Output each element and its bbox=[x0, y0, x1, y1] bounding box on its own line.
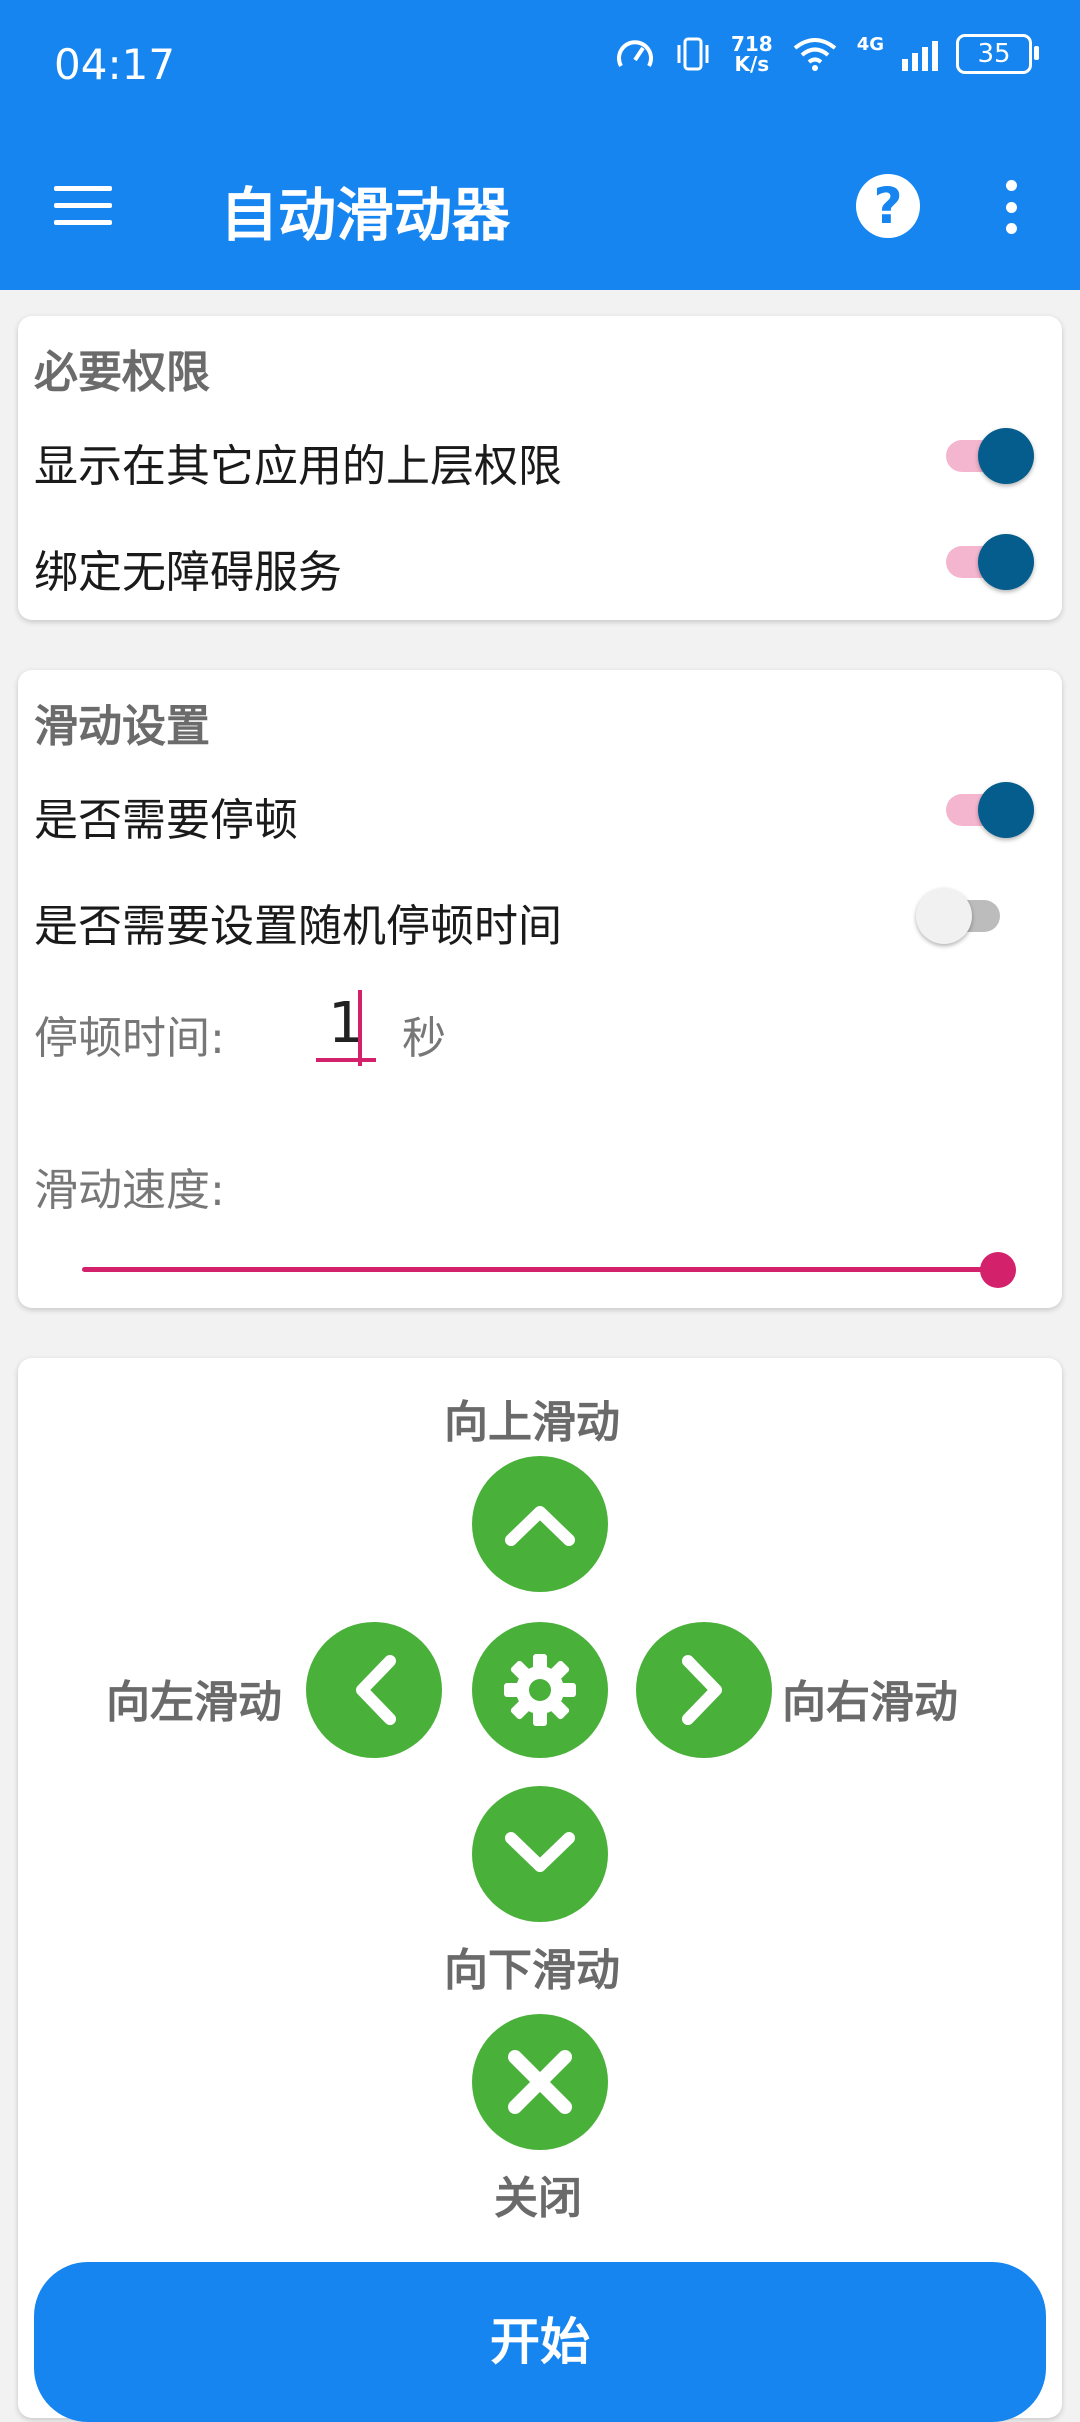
swipe-speed-slider-thumb[interactable] bbox=[980, 1252, 1016, 1288]
app-bar: 04:17 718 K/s 4G 35 自动滑动器 ? bbox=[0, 0, 1080, 290]
pause-time-unit: 秒 bbox=[402, 1013, 446, 1064]
wifi-icon bbox=[793, 38, 836, 71]
pause-time-label: 停顿时间: bbox=[34, 1013, 225, 1064]
speedometer-icon bbox=[617, 40, 653, 67]
network-speed-unit: K/s bbox=[734, 52, 770, 76]
gear-icon bbox=[504, 1654, 576, 1726]
question-mark-icon[interactable]: ? bbox=[856, 174, 920, 238]
swipe-settings-title: 滑动设置 bbox=[34, 701, 210, 752]
chevron-up-icon bbox=[505, 1506, 575, 1546]
swipe-right-button[interactable] bbox=[636, 1622, 772, 1758]
hamburger-menu-icon[interactable] bbox=[54, 186, 112, 226]
accessibility-service-switch[interactable] bbox=[938, 534, 1038, 590]
swipe-down-button[interactable] bbox=[472, 1786, 608, 1922]
chevron-down-icon bbox=[505, 1832, 575, 1872]
vertical-dots-icon[interactable] bbox=[1006, 180, 1018, 234]
overlay-permission-switch[interactable] bbox=[938, 428, 1038, 484]
network-speed-value: 718 bbox=[730, 32, 773, 56]
swipe-right-label: 向右滑动 bbox=[782, 1677, 958, 1728]
permissions-title: 必要权限 bbox=[34, 347, 210, 398]
swipe-down-label: 向下滑动 bbox=[444, 1945, 620, 1996]
vibrate-icon bbox=[677, 37, 709, 71]
permissions-card: 必要权限 显示在其它应用的上层权限 绑定无障碍服务 bbox=[18, 316, 1062, 620]
pause-switch[interactable] bbox=[938, 782, 1038, 838]
swipe-up-label: 向上滑动 bbox=[444, 1397, 620, 1448]
network-speed: 718 K/s bbox=[731, 34, 773, 74]
close-icon bbox=[508, 2050, 572, 2114]
random-pause-label: 是否需要设置随机停顿时间 bbox=[34, 901, 562, 952]
chevron-right-icon bbox=[682, 1655, 722, 1725]
swipe-left-button[interactable] bbox=[306, 1622, 442, 1758]
random-pause-switch[interactable] bbox=[916, 888, 1016, 944]
battery-level: 35 bbox=[977, 39, 1011, 69]
swipe-left-label: 向左滑动 bbox=[106, 1677, 282, 1728]
page-title: 自动滑动器 bbox=[220, 181, 511, 249]
pause-label: 是否需要停顿 bbox=[34, 795, 298, 846]
accessibility-service-label: 绑定无障碍服务 bbox=[34, 547, 342, 598]
swipe-speed-label: 滑动速度: bbox=[34, 1165, 225, 1216]
swipe-speed-slider[interactable] bbox=[82, 1267, 998, 1272]
text-cursor bbox=[358, 990, 362, 1066]
swipe-up-button[interactable] bbox=[472, 1456, 608, 1592]
start-button[interactable]: 开始 bbox=[34, 2262, 1046, 2422]
network-type: 4G bbox=[856, 34, 884, 55]
close-button[interactable] bbox=[472, 2014, 608, 2150]
battery-icon: 35 bbox=[956, 34, 1039, 74]
settings-button[interactable] bbox=[472, 1622, 608, 1758]
chevron-left-icon bbox=[356, 1655, 396, 1725]
overlay-permission-label: 显示在其它应用的上层权限 bbox=[34, 441, 562, 492]
close-label: 关闭 bbox=[494, 2173, 582, 2224]
status-icons: 718 K/s 4G 35 bbox=[615, 34, 1039, 74]
pause-time-input[interactable]: 1 bbox=[316, 992, 376, 1062]
signal-icon bbox=[902, 37, 938, 71]
status-time: 04:17 bbox=[54, 40, 176, 89]
swipe-settings-card: 滑动设置 是否需要停顿 是否需要设置随机停顿时间 停顿时间: 1 秒 滑动速度: bbox=[18, 670, 1062, 1308]
